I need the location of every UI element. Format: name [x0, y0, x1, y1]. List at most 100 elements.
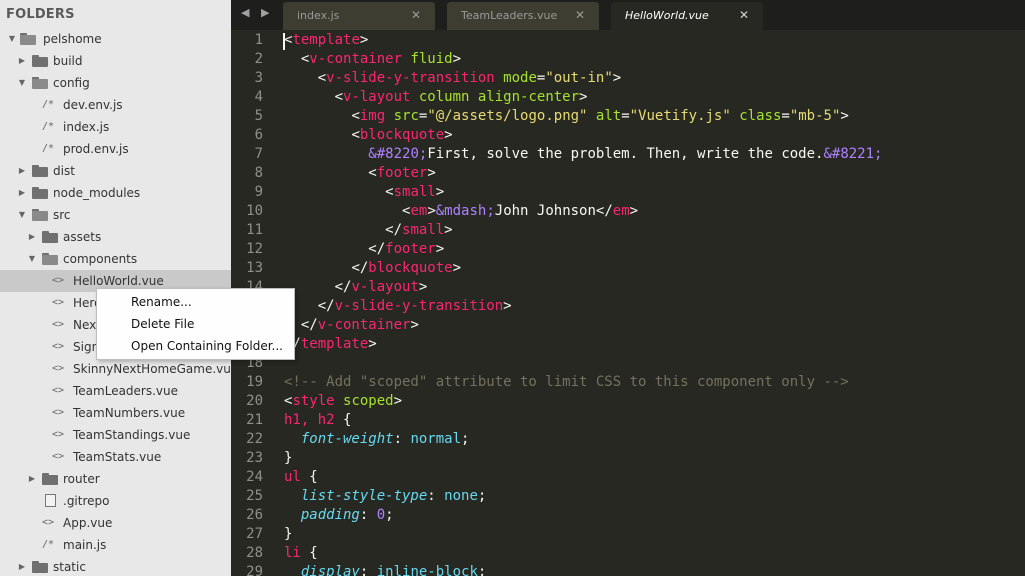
- css-value: inline-block: [376, 564, 478, 576]
- chevron-right-icon[interactable]: ▶: [27, 226, 37, 248]
- tree-file-gitrepo[interactable]: .gitrepo: [0, 490, 231, 512]
- tab-label: HelloWorld.vue: [625, 9, 709, 22]
- tab-helloworld-vue[interactable]: HelloWorld.vue ✕: [611, 2, 763, 30]
- tag-bracket: <: [385, 184, 394, 200]
- tree-folder-assets[interactable]: ▶ assets: [0, 226, 231, 248]
- tag-name: small: [402, 222, 445, 238]
- semicolon: ;: [461, 431, 470, 447]
- tree-file-teamstandings-vue[interactable]: <> TeamStandings.vue: [0, 424, 231, 446]
- menu-item-open-containing-folder[interactable]: Open Containing Folder...: [131, 335, 283, 357]
- attr-name: class: [730, 108, 782, 124]
- tree-file-prod-env-js[interactable]: /* prod.env.js: [0, 138, 231, 160]
- folder-icon: [42, 231, 58, 243]
- code-line: <img src="@/assets/logo.png" alt="Vuetif…: [284, 107, 848, 126]
- tag-name: blockquote: [359, 127, 445, 143]
- line-number: 12: [246, 241, 263, 257]
- chevron-right-icon[interactable]: ▶: [27, 468, 37, 490]
- tree-file-main-js[interactable]: /* main.js: [0, 534, 231, 556]
- css-selector: ul: [284, 469, 301, 485]
- tag-bracket: >: [427, 203, 436, 219]
- tag-bracket: <: [334, 89, 344, 105]
- tree-file-skinnynexthomegame-vue[interactable]: <> SkinnyNextHomeGame.vue: [0, 358, 231, 380]
- tag-name: small: [393, 184, 436, 200]
- tab-teamleaders-vue[interactable]: TeamLeaders.vue ✕: [447, 2, 599, 30]
- chevron-down-icon[interactable]: ▼: [7, 28, 17, 50]
- tree-file-app-vue[interactable]: <> App.vue: [0, 512, 231, 534]
- line-number: 6: [254, 127, 263, 143]
- tag-name: v-layout: [343, 89, 411, 105]
- close-icon[interactable]: ✕: [739, 8, 749, 22]
- code-line: <em>&mdash;John Johnson</em>: [284, 202, 638, 221]
- string: "mb-5": [789, 108, 841, 124]
- tree-folder-dist[interactable]: ▶ dist: [0, 160, 231, 182]
- tree-file-teamstats-vue[interactable]: <> TeamStats.vue: [0, 446, 231, 468]
- js-file-icon: /*: [42, 143, 55, 154]
- tag-bracket: <: [368, 165, 377, 181]
- html-entity: &#8221;: [823, 146, 883, 162]
- tree-label: main.js: [63, 538, 107, 552]
- tab-index-js[interactable]: index.js ✕: [283, 2, 435, 30]
- tag-bracket: </: [317, 298, 335, 314]
- tree-file-teamleaders-vue[interactable]: <> TeamLeaders.vue: [0, 380, 231, 402]
- tag-bracket: <: [351, 127, 360, 143]
- code-line: display: inline-block;: [284, 563, 486, 576]
- close-icon[interactable]: ✕: [575, 8, 585, 22]
- tree-folder-components[interactable]: ▼ components: [0, 248, 231, 270]
- menu-item-rename[interactable]: Rename...: [131, 291, 192, 313]
- tag-name: v-slide-y-transition: [334, 298, 504, 314]
- line-number: 2: [254, 51, 263, 67]
- code-line: <v-container fluid>: [284, 50, 461, 69]
- code-line: </v-layout>: [284, 278, 428, 297]
- tree-label: config: [53, 76, 90, 90]
- tree-folder-build[interactable]: ▶ build: [0, 50, 231, 72]
- tag-bracket: >: [435, 184, 445, 200]
- chevron-right-icon[interactable]: ▶: [17, 160, 27, 182]
- close-icon[interactable]: ✕: [411, 8, 421, 22]
- attr-name: mode: [494, 70, 537, 86]
- vue-file-icon: <>: [52, 407, 65, 418]
- tree-file-teamnumbers-vue[interactable]: <> TeamNumbers.vue: [0, 402, 231, 424]
- tree-folder-router[interactable]: ▶ router: [0, 468, 231, 490]
- text: John Johnson: [494, 203, 596, 219]
- tree-label: TeamStandings.vue: [73, 428, 191, 442]
- colon: :: [359, 507, 377, 523]
- attr-name: scoped: [334, 393, 394, 409]
- chevron-right-icon[interactable]: ▶: [17, 556, 27, 576]
- tree-folder-config[interactable]: ▼ config: [0, 72, 231, 94]
- tree-folder-static[interactable]: ▶ static: [0, 556, 231, 576]
- code-line: font-weight: normal;: [284, 430, 470, 449]
- chevron-right-icon[interactable]: ▶: [17, 50, 27, 72]
- chevron-down-icon[interactable]: ▼: [27, 248, 37, 270]
- tree-folder-node-modules[interactable]: ▶ node_modules: [0, 182, 231, 204]
- code-line: <template>: [284, 31, 368, 50]
- js-file-icon: /*: [42, 121, 55, 132]
- vue-file-icon: <>: [52, 451, 65, 462]
- tree-file-index-js[interactable]: /* index.js: [0, 116, 231, 138]
- tree-file-dev-env-js[interactable]: /* dev.env.js: [0, 94, 231, 116]
- chevron-down-icon[interactable]: ▼: [17, 72, 27, 94]
- tree-folder-src[interactable]: ▼ src: [0, 204, 231, 226]
- code-editor[interactable]: 1 2 3 4 5 6 7 8 9 10 11 12 13 14 15 16 1…: [231, 30, 1025, 576]
- tree-label: prod.env.js: [63, 142, 129, 156]
- tab-nav-arrows-icon[interactable]: ◀ ▶: [241, 6, 273, 19]
- chevron-down-icon[interactable]: ▼: [17, 204, 27, 226]
- chevron-right-icon[interactable]: ▶: [17, 182, 27, 204]
- css-property: display: [300, 564, 360, 576]
- tag-bracket: >: [410, 317, 419, 333]
- colon: :: [359, 564, 377, 576]
- attr-name: column align-center: [410, 89, 580, 105]
- tree-folder-pelshome[interactable]: ▼ pelshome: [0, 28, 231, 50]
- tag-bracket: </: [334, 279, 352, 295]
- tree-label: assets: [63, 230, 102, 244]
- code-line: <v-layout column align-center>: [284, 88, 588, 107]
- tree-label: build: [53, 54, 83, 68]
- tag-name: style: [292, 393, 335, 409]
- menu-item-delete-file[interactable]: Delete File: [131, 313, 194, 335]
